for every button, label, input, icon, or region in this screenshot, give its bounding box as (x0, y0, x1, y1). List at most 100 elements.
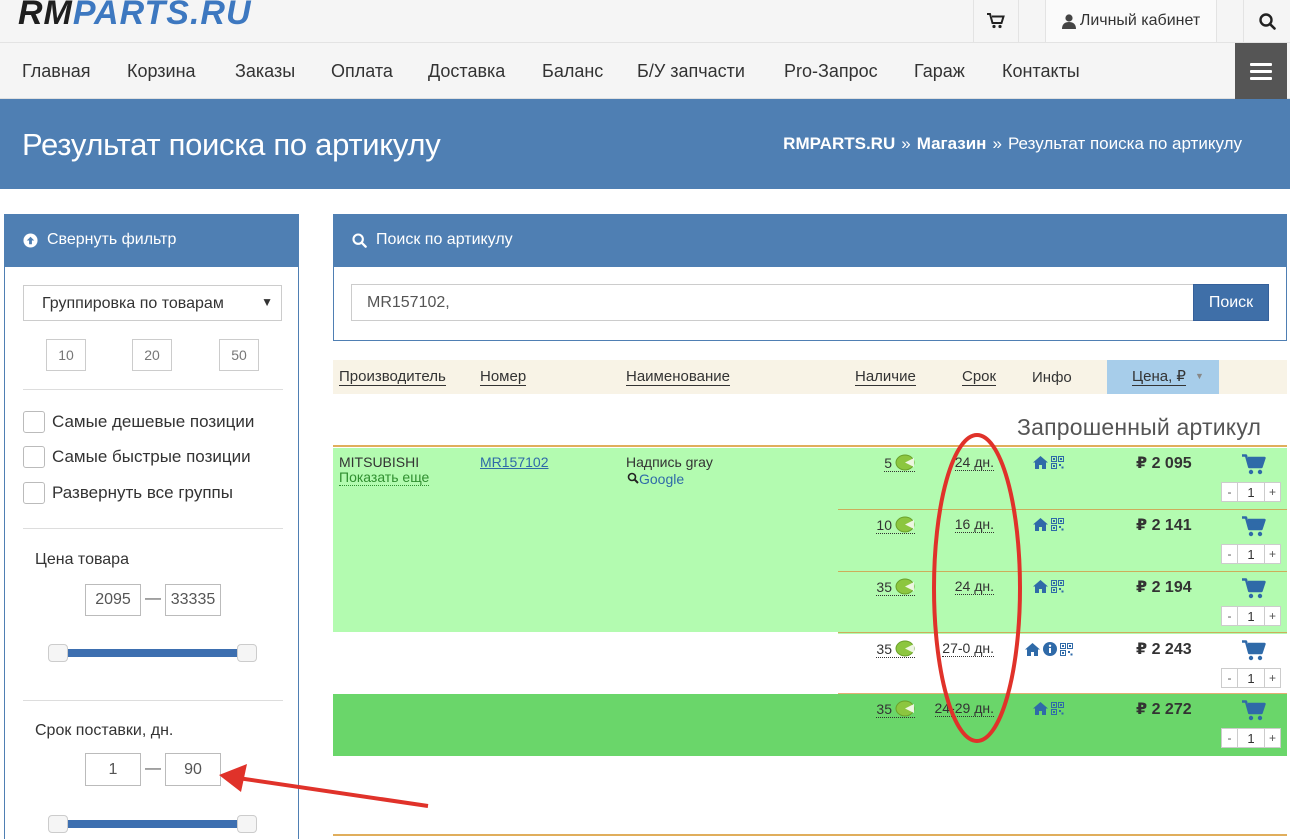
quantity-decrement[interactable]: - (1221, 606, 1238, 626)
offer-term[interactable]: 27-0 дн. (942, 640, 994, 657)
offer-term[interactable]: 24 дн. (954, 454, 994, 471)
breadcrumb-home[interactable]: RMPARTS.RU (783, 134, 895, 153)
breadcrumb-shop[interactable]: Магазин (917, 134, 987, 153)
top-search-button[interactable] (1243, 0, 1290, 42)
header-price-sorted[interactable]: Цена, ₽ ▼ (1107, 360, 1219, 394)
header-manufacturer[interactable]: Производитель (339, 369, 446, 386)
quantity-decrement[interactable]: - (1221, 544, 1238, 564)
article-search-input[interactable]: MR157102, (351, 284, 1195, 321)
quantity-increment[interactable]: + (1264, 668, 1281, 688)
add-to-cart-button[interactable] (1242, 516, 1266, 542)
quantity-value[interactable]: 1 (1238, 482, 1264, 502)
quantity-increment[interactable]: + (1264, 482, 1281, 502)
header-info: Инфо (1032, 369, 1072, 386)
quantity-decrement[interactable]: - (1221, 668, 1238, 688)
magnifier-icon (627, 472, 639, 484)
quantity-increment[interactable]: + (1264, 544, 1281, 564)
offer-term[interactable]: 24 дн. (954, 578, 994, 595)
header-number[interactable]: Номер (480, 369, 527, 386)
account-button[interactable]: Личный кабинет (1045, 0, 1217, 42)
quantity-decrement[interactable]: - (1221, 482, 1238, 502)
site-logo[interactable]: RMPARTS.RU (18, 0, 252, 33)
home-icon (1033, 456, 1048, 469)
checkbox[interactable] (23, 446, 45, 468)
offer-info-icons[interactable] (1033, 456, 1064, 469)
delivery-slider-track[interactable] (55, 820, 255, 828)
nav-item-garage[interactable]: Гараж (914, 61, 965, 82)
add-to-cart-button[interactable] (1242, 640, 1266, 666)
offer-price: ₽ 2 272 (1136, 701, 1192, 718)
breadcrumb-current: Результат поиска по артикулу (1007, 134, 1242, 153)
quantity-stepper[interactable]: -1 + (1221, 728, 1281, 748)
offer-stock[interactable]: 35 (876, 640, 915, 658)
google-link[interactable]: Google (627, 471, 684, 487)
offer-stock[interactable]: 10 (876, 516, 915, 534)
nav-item-delivery[interactable]: Доставка (428, 61, 505, 82)
delivery-slider-handle-min[interactable] (48, 815, 68, 833)
menu-button[interactable] (1235, 43, 1287, 99)
home-icon (1033, 702, 1048, 715)
delivery-slider-handle-max[interactable] (237, 815, 257, 833)
add-to-cart-button[interactable] (1242, 578, 1266, 604)
quantity-stepper[interactable]: -1 + (1221, 606, 1281, 626)
nav-item-cart[interactable]: Корзина (127, 61, 196, 82)
header-term[interactable]: Срок (962, 369, 997, 386)
offer-stock-value: 35 (876, 641, 892, 657)
range-dash: — (145, 760, 161, 777)
offer-stock[interactable]: 35 (876, 578, 915, 596)
delivery-min-input[interactable]: 1 (85, 753, 141, 786)
price-slider-handle-max[interactable] (237, 644, 257, 662)
leaf-icon (895, 454, 915, 471)
quantity-stepper[interactable]: -1 + (1221, 668, 1281, 688)
product-number-link[interactable]: MR157102 (480, 454, 549, 470)
price-slider-track[interactable] (55, 649, 255, 657)
add-to-cart-button[interactable] (1242, 454, 1266, 480)
offer-term[interactable]: 16 дн. (954, 516, 994, 533)
header-price: Цена, ₽ (1132, 368, 1186, 386)
quantity-value[interactable]: 1 (1238, 606, 1264, 626)
qr-code-icon (1051, 518, 1064, 531)
nav-item-orders[interactable]: Заказы (235, 61, 295, 82)
offer-stock-value: 10 (876, 517, 892, 533)
quantity-increment[interactable]: + (1264, 728, 1281, 748)
delivery-max-input[interactable]: 90 (165, 753, 221, 786)
price-slider-handle-min[interactable] (48, 644, 68, 662)
nav-item-pro-request[interactable]: Pro-Запрос (784, 61, 878, 82)
offer-stock[interactable]: 5 (884, 454, 915, 472)
quantity-decrement[interactable]: - (1221, 728, 1238, 748)
search-button[interactable]: Поиск (1193, 284, 1269, 321)
quantity-value[interactable]: 1 (1238, 544, 1264, 564)
add-to-cart-button[interactable] (1242, 700, 1266, 726)
offer-stock[interactable]: 35 (876, 700, 915, 718)
offer-term[interactable]: 24-29 дн. (934, 700, 994, 717)
page-size-10[interactable]: 10 (46, 339, 86, 371)
offer-info-icons[interactable] (1033, 518, 1064, 531)
results-table-header: Производитель Номер Наименование Наличие… (333, 360, 1287, 394)
quantity-value[interactable]: 1 (1238, 668, 1264, 688)
leaf-icon (895, 578, 915, 595)
grouping-select[interactable]: Группировка по товарам ▼ (23, 285, 282, 321)
quantity-stepper[interactable]: -1 + (1221, 544, 1281, 564)
show-more-link[interactable]: Показать еще (339, 470, 430, 486)
offer-info-icons[interactable] (1033, 702, 1064, 715)
header-name[interactable]: Наименование (626, 369, 730, 386)
offer-info-icons[interactable] (1025, 642, 1073, 656)
cart-button[interactable] (973, 0, 1019, 42)
nav-item-payment[interactable]: Оплата (331, 61, 393, 82)
quantity-value[interactable]: 1 (1238, 728, 1264, 748)
header-stock[interactable]: Наличие (855, 369, 916, 386)
nav-item-home[interactable]: Главная (22, 61, 91, 82)
quantity-stepper[interactable]: -1 + (1221, 482, 1281, 502)
offer-info-icons[interactable] (1033, 580, 1064, 593)
quantity-increment[interactable]: + (1264, 606, 1281, 626)
price-min-input[interactable]: 2095 (85, 584, 141, 616)
nav-item-used-parts[interactable]: Б/У запчасти (637, 61, 745, 82)
nav-item-contacts[interactable]: Контакты (1002, 61, 1080, 82)
nav-item-balance[interactable]: Баланс (542, 61, 603, 82)
collapse-filter-header[interactable]: Свернуть фильтр (5, 214, 299, 267)
checkbox[interactable] (23, 482, 45, 504)
price-max-input[interactable]: 33335 (165, 584, 221, 616)
page-size-20[interactable]: 20 (132, 339, 172, 371)
checkbox[interactable] (23, 411, 45, 433)
page-size-50[interactable]: 50 (219, 339, 259, 371)
